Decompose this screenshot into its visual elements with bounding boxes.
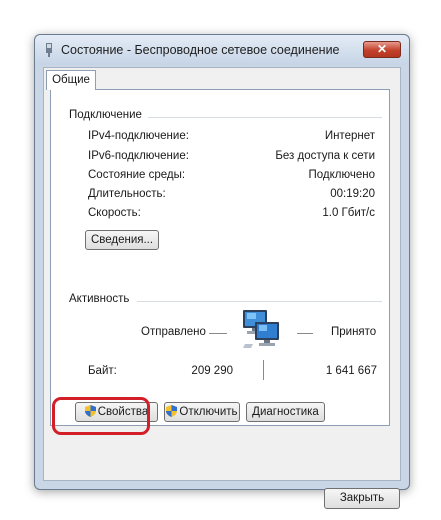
close-icon: ✕ [376,42,388,56]
bytes-sent-value: 209 290 [191,365,233,377]
media-state-label: Состояние среды: [88,169,186,181]
window-close-button[interactable]: ✕ [363,41,401,58]
received-line [297,333,313,334]
tab-panel: Подключение IPv4-подключение: Интернет I… [50,89,390,426]
activity-group-divider [137,301,382,303]
speed-value: 1.0 Гбит/с [322,207,375,219]
diagnose-button-label: Диагностика [252,406,319,418]
network-computers-icon [243,310,279,348]
disable-button-label: Отключить [179,406,238,418]
close-button[interactable]: Закрыть [324,488,400,509]
uac-shield-icon [166,405,178,417]
title-bar[interactable]: Состояние - Беспроводное сетевое соедине… [35,35,409,65]
ipv4-label: IPv4-подключение: [88,130,189,142]
connection-group-divider [148,117,382,119]
speed-label: Скорость: [88,207,141,219]
ipv6-value: Без доступа к сети [275,150,375,162]
properties-highlight-ring [52,397,150,435]
bytes-received-value: 1 641 667 [325,365,377,377]
sent-line [209,333,227,334]
bytes-label: Байт: [88,365,117,377]
ipv6-label: IPv6-подключение: [88,150,189,162]
disable-button[interactable]: Отключить [164,402,240,422]
diagnose-button[interactable]: Диагностика [246,402,325,422]
network-adapter-icon [46,43,52,57]
bytes-divider [263,360,264,380]
received-label: Принято [331,326,377,338]
duration-label: Длительность: [88,188,166,200]
window-title: Состояние - Беспроводное сетевое соедине… [61,43,340,57]
media-state-value: Подключено [308,169,376,181]
ipv4-value: Интернет [324,130,375,142]
duration-value: 00:19:20 [330,188,375,200]
close-button-label: Закрыть [339,492,385,504]
activity-group-title: Активность [69,293,134,305]
tab-general[interactable]: Общие [46,70,96,90]
sent-label: Отправлено [141,326,206,338]
connection-group-title: Подключение [69,109,146,121]
tab-label: Общие [52,74,90,86]
details-button-label: Сведения... [90,234,154,246]
details-button[interactable]: Сведения... [85,230,159,250]
